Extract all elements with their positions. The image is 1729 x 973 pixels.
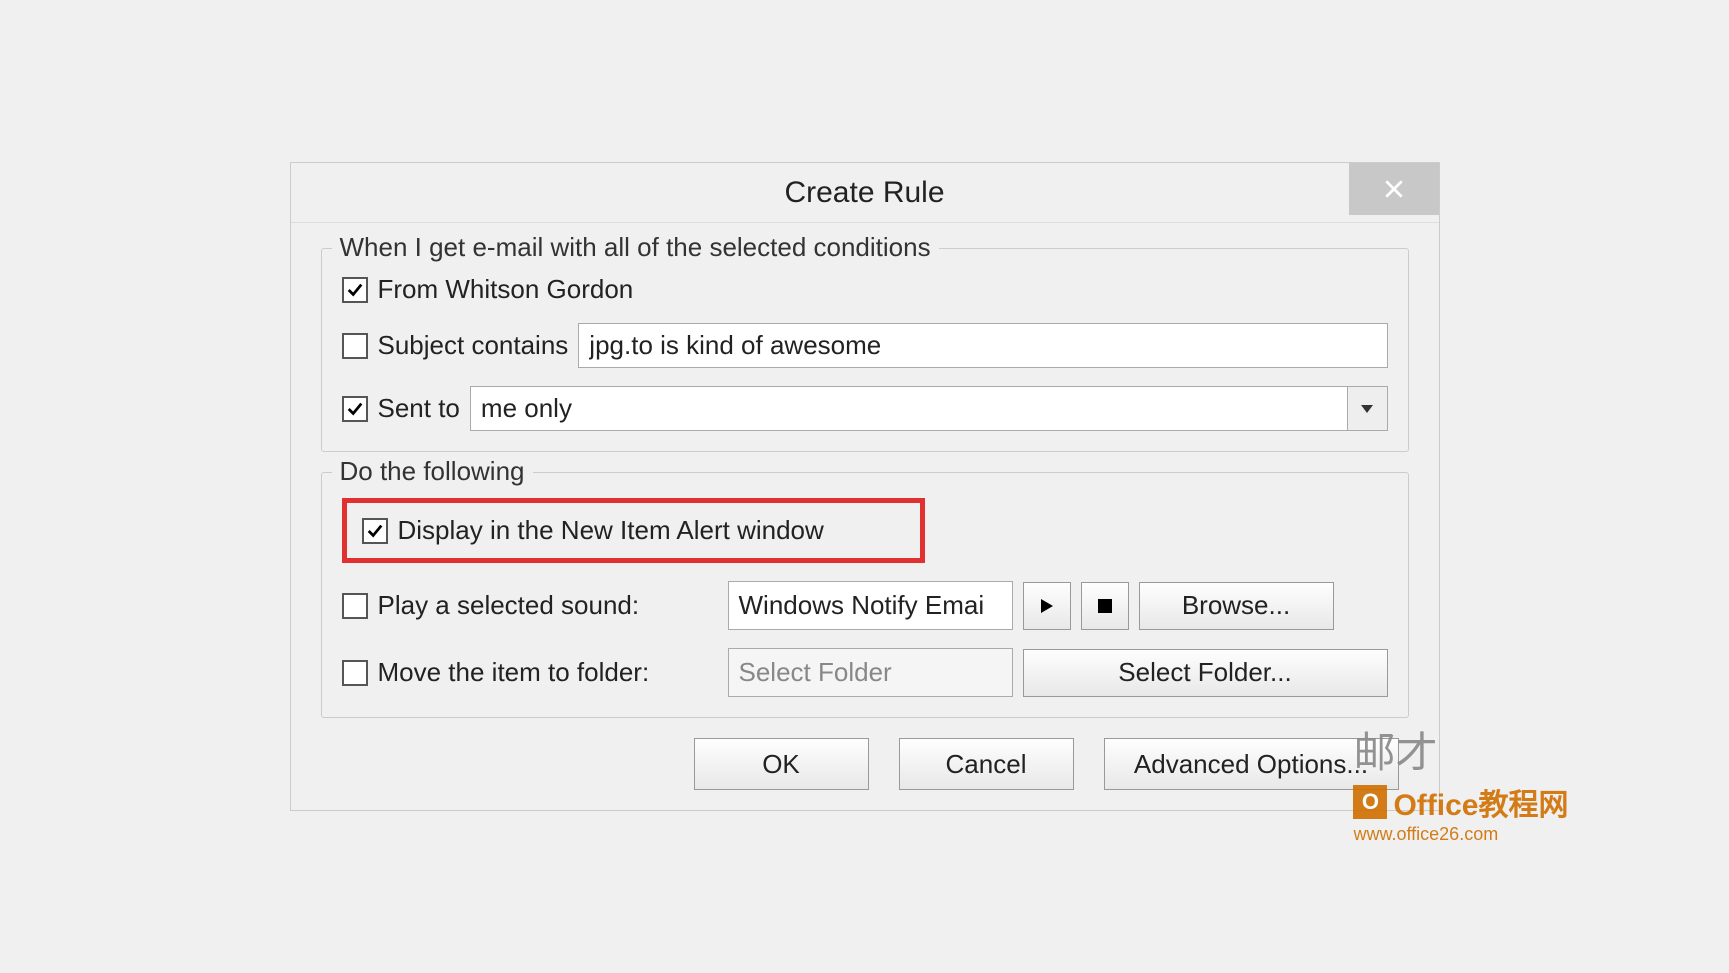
play-sound-checkbox[interactable]	[342, 593, 368, 619]
subject-input[interactable]	[578, 323, 1387, 368]
watermark-text-bot: www.office26.com	[1353, 824, 1498, 845]
play-icon	[1039, 597, 1055, 615]
create-rule-dialog: Create Rule When I get e-mail with all o…	[290, 162, 1440, 811]
watermark: 邮才 O Office教程网 www.office26.com	[1353, 719, 1568, 845]
stop-sound-button[interactable]	[1081, 582, 1129, 630]
sent-to-value: me only	[471, 387, 1347, 430]
play-sound-label: Play a selected sound:	[378, 590, 718, 621]
subject-checkbox[interactable]	[342, 333, 368, 359]
sent-to-label: Sent to	[378, 393, 460, 424]
conditions-group: When I get e-mail with all of the select…	[321, 248, 1409, 452]
conditions-legend: When I get e-mail with all of the select…	[332, 232, 939, 263]
watermark-text-mid: O Office教程网	[1353, 780, 1568, 824]
select-folder-button[interactable]: Select Folder...	[1023, 649, 1388, 697]
sent-to-combo[interactable]: me only	[470, 386, 1388, 431]
close-button[interactable]	[1349, 163, 1439, 215]
ok-button[interactable]: OK	[694, 738, 869, 790]
folder-display: Select Folder	[728, 648, 1013, 697]
actions-group: Do the following Display in the New Item…	[321, 472, 1409, 718]
checkmark-icon	[366, 522, 384, 540]
move-folder-label: Move the item to folder:	[378, 657, 718, 688]
from-checkbox[interactable]	[342, 277, 368, 303]
actions-legend: Do the following	[332, 456, 533, 487]
cancel-button[interactable]: Cancel	[899, 738, 1074, 790]
play-sound-button[interactable]	[1023, 582, 1071, 630]
sent-to-checkbox[interactable]	[342, 396, 368, 422]
sound-name-display: Windows Notify Emai	[728, 581, 1013, 630]
play-sound-row: Play a selected sound: Windows Notify Em…	[342, 581, 1388, 630]
stop-icon	[1098, 599, 1112, 613]
display-alert-highlight: Display in the New Item Alert window	[342, 498, 925, 563]
move-folder-row: Move the item to folder: Select Folder S…	[342, 648, 1388, 697]
subject-row: Subject contains	[342, 323, 1388, 368]
move-folder-checkbox[interactable]	[342, 660, 368, 686]
sent-to-dropdown-button[interactable]	[1347, 387, 1387, 430]
checkmark-icon	[346, 281, 364, 299]
browse-sound-button[interactable]: Browse...	[1139, 582, 1334, 630]
chevron-down-icon	[1359, 403, 1375, 415]
watermark-text-top: 邮才	[1353, 719, 1437, 780]
close-icon	[1383, 178, 1405, 200]
titlebar: Create Rule	[291, 163, 1439, 223]
dialog-buttons: OK Cancel Advanced Options...	[321, 738, 1409, 790]
from-row: From Whitson Gordon	[342, 274, 1388, 305]
from-label: From Whitson Gordon	[378, 274, 634, 305]
checkmark-icon	[346, 400, 364, 418]
display-alert-checkbox[interactable]	[362, 518, 388, 544]
subject-label: Subject contains	[378, 330, 569, 361]
display-alert-label: Display in the New Item Alert window	[398, 515, 824, 546]
watermark-badge: O	[1353, 785, 1387, 819]
sent-to-row: Sent to me only	[342, 386, 1388, 431]
dialog-title: Create Rule	[784, 176, 944, 210]
watermark-brand: Office教程网	[1393, 780, 1568, 824]
dialog-content: When I get e-mail with all of the select…	[291, 223, 1439, 810]
